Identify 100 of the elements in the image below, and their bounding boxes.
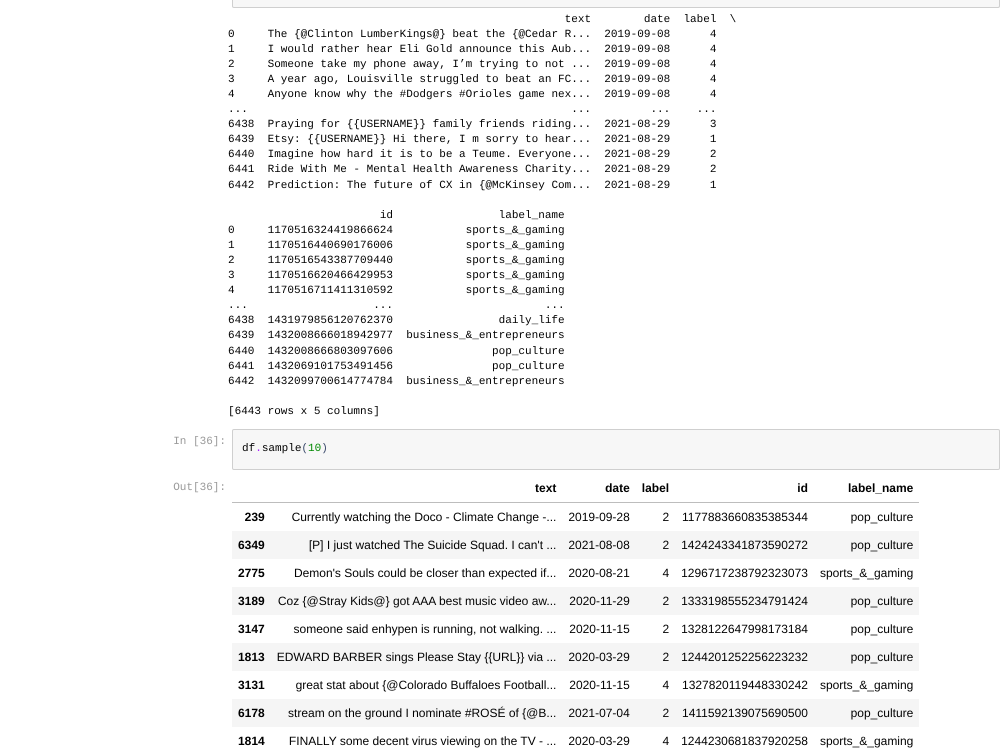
data-value: 2 (710, 163, 716, 178)
table-cell: 2 (636, 587, 676, 616)
row-index: 1814 (232, 727, 271, 751)
table-cell: someone said enhypen is running, not walking. ... (270, 615, 562, 644)
data-value: 1170516440690176006 (268, 238, 394, 254)
data-value: pop_culture (492, 360, 565, 375)
table-cell: pop_culture (814, 643, 920, 672)
code-editor[interactable]: df.sample(10) (232, 429, 1000, 470)
row-index: 4 (228, 88, 235, 103)
data-value: 1170516543387709440 (268, 254, 394, 269)
table-cell: 1424243341873590272 (675, 531, 814, 560)
table-cell: 1328122647998173184 (675, 615, 814, 644)
row-index: 6441 (228, 360, 254, 375)
data-value: sports_&_gaming (466, 224, 565, 239)
data-value: 1170516620466429953 (268, 269, 394, 284)
row-index: 6440 (228, 344, 254, 360)
data-value: Someone take my phone away, I’m trying to not ... (268, 58, 592, 73)
table-cell: Demon's Souls could be closer than expected if... (270, 559, 562, 588)
table-cell: 1244230681837920258 (675, 727, 814, 751)
table-cell: 4 (636, 671, 676, 700)
row-index: 2 (228, 254, 235, 269)
table-cell: pop_culture (814, 615, 920, 644)
data-value: 1170516324419866624 (268, 224, 394, 239)
column-header: label_name (814, 474, 920, 503)
data-value: Anyone know why the #Dodgers #Orioles game nex... (268, 88, 592, 103)
data-value: 2021-08-29 (604, 148, 670, 164)
data-value: ... (571, 103, 592, 118)
row-index: 1813 (232, 643, 271, 672)
table-cell: sports_&_gaming (814, 727, 920, 751)
row-index: 3 (228, 269, 235, 284)
data-value: 1170516711411310592 (268, 284, 394, 300)
column-header: id (380, 208, 394, 224)
data-value: 1431979856120762370 (268, 314, 394, 330)
data-value: 4 (710, 42, 716, 58)
data-value: sports_&_gaming (466, 238, 565, 254)
data-value: ... (373, 299, 394, 314)
table-cell: Currently watching the Doco - Climate Change -... (270, 502, 562, 532)
table-cell: 1327820119448330242 (675, 671, 814, 700)
output-prompt: Out[36]: (173, 482, 226, 494)
table-cell: 1333198555234791424 (675, 587, 814, 616)
table-cell: 2021-08-08 (562, 531, 636, 560)
table-cell: great stat about {@Colorado Buffaloes Football... (270, 671, 562, 700)
table-cell: 2020-11-29 (562, 587, 636, 616)
row-index: 2 (228, 58, 235, 73)
column-header: text (564, 12, 592, 28)
row-index: 239 (232, 502, 271, 532)
table-cell: sports_&_gaming (814, 671, 920, 700)
code-line: df.sample(10) (242, 442, 328, 458)
row-index: 6440 (228, 148, 254, 164)
data-value: I would rather hear Eli Gold announce this Aub... (268, 42, 592, 58)
table-cell: 1296717238792323073 (675, 559, 814, 588)
table-cell: 2021-07-04 (562, 699, 636, 728)
row-index: ... (228, 103, 248, 118)
data-value: Ride With Me - Mental Health Awareness Charity... (268, 163, 592, 178)
data-value: Praying for {{USERNAME}} family friends riding... (268, 118, 592, 134)
row-index: 6438 (228, 118, 254, 134)
data-value: The {@Clinton LumberKings@} beat the {@Cedar R... (268, 28, 592, 43)
table-cell: 2020-08-21 (562, 559, 636, 588)
row-index: 3 (228, 72, 235, 88)
line-continuation-mark: \ (730, 12, 736, 28)
row-index: 6442 (228, 374, 254, 390)
data-value: 1432008666018942977 (268, 329, 394, 344)
data-value: pop_culture (492, 344, 565, 360)
table-cell: 1411592139075690500 (675, 699, 814, 728)
row-index: 3147 (232, 615, 271, 644)
table-cell: 4 (636, 727, 676, 751)
data-value: 2019-09-08 (604, 72, 670, 88)
table-cell: 2 (636, 531, 676, 560)
row-index: 3131 (232, 671, 271, 700)
table-cell: [P] I just watched The Suicide Squad. I can't ... (270, 531, 562, 560)
table-cell: 2020-03-29 (562, 727, 636, 751)
code-editor[interactable] (232, 0, 1000, 8)
data-value: 1432069101753491456 (268, 360, 394, 375)
table-cell: pop_culture (814, 587, 920, 616)
table-cell: 2020-03-29 (562, 643, 636, 672)
data-value: sports_&_gaming (466, 254, 565, 269)
data-value: 2021-08-29 (604, 163, 670, 178)
data-value: 4 (710, 28, 716, 43)
table-cell: EDWARD BARBER sings Please Stay {{URL}} via ... (270, 643, 562, 672)
table-cell: 2 (636, 699, 676, 728)
data-value: 2019-09-08 (604, 88, 670, 103)
row-index: 6439 (228, 133, 254, 148)
data-value: 4 (710, 72, 716, 88)
row-index: 6441 (228, 163, 254, 178)
column-header: date (562, 474, 636, 503)
table-cell: 2 (636, 502, 676, 532)
data-value: Etsy: {{USERNAME}} Hi there, I m sorry to hear... (268, 133, 592, 148)
row-index: 4 (228, 284, 235, 300)
data-value: 1432008666803097606 (268, 344, 394, 360)
data-value: 2021-08-29 (604, 178, 670, 194)
column-header: label (636, 474, 676, 503)
data-value: daily_life (498, 314, 565, 330)
table-cell: 1244201252256223232 (675, 643, 814, 672)
row-index: 0 (228, 28, 235, 43)
table-cell: 2 (636, 615, 676, 644)
row-index: 1 (228, 42, 235, 58)
table-cell: Coz {@Stray Kids@} got AAA best music video aw... (270, 587, 562, 616)
table-cell: pop_culture (814, 502, 920, 532)
data-value: sports_&_gaming (466, 284, 565, 300)
table-cell: 1177883660835385344 (675, 502, 814, 532)
